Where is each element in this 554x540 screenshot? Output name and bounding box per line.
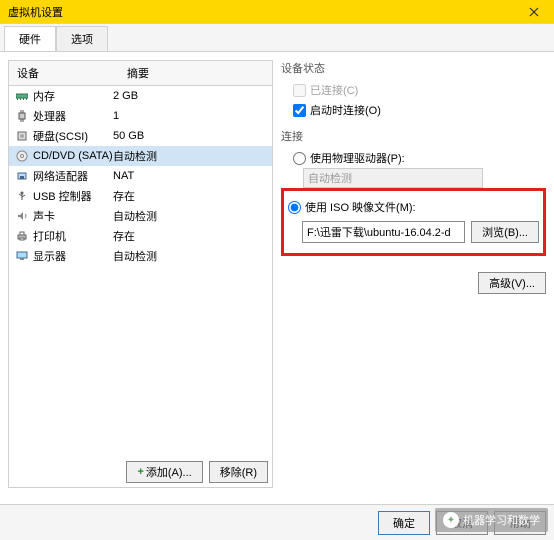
device-name: 处理器 [33, 108, 66, 124]
device-name: 网络适配器 [33, 168, 88, 184]
device-name: 打印机 [33, 228, 66, 244]
device-name: 内存 [33, 88, 55, 104]
hardware-list: 内存2 GB处理器1硬盘(SCSI)50 GBCD/DVD (SATA)自动检测… [9, 86, 272, 457]
advanced-row: 高级(V)... [281, 272, 546, 294]
device-summary: 存在 [113, 188, 266, 204]
connect-on-power-checkbox[interactable] [293, 104, 306, 117]
device-name: 硬盘(SCSI) [33, 128, 88, 144]
iso-highlight-box: 使用 ISO 映像文件(M): 浏览(B)... [281, 188, 546, 256]
hardware-row[interactable]: 硬盘(SCSI) 50 GB [9, 126, 272, 146]
tab-options[interactable]: 选项 [56, 26, 108, 51]
device-name: USB 控制器 [33, 188, 92, 204]
use-physical-radio[interactable] [293, 152, 306, 165]
advanced-button[interactable]: 高级(V)... [478, 272, 546, 294]
device-summary: 1 [113, 110, 266, 122]
hardware-row[interactable]: USB 控制器 存在 [9, 186, 272, 206]
cpu-icon [15, 110, 29, 122]
titlebar: 虚拟机设置 [0, 0, 554, 24]
usb-icon [15, 190, 29, 202]
sound-icon [15, 210, 29, 222]
use-iso-row[interactable]: 使用 ISO 映像文件(M): [288, 197, 539, 217]
plus-icon: + [137, 466, 143, 478]
disk-icon [15, 130, 29, 142]
close-icon [529, 7, 539, 17]
nic-icon [15, 170, 29, 182]
use-physical-row[interactable]: 使用物理驱动器(P): [281, 148, 546, 168]
connect-on-power-row[interactable]: 启动时连接(O) [281, 100, 546, 120]
close-button[interactable] [522, 2, 546, 22]
connected-checkbox [293, 84, 306, 97]
connection-group: 连接 使用物理驱动器(P): 使用 ISO 映像文件(M): 浏览(B)... [281, 128, 546, 256]
printer-icon [15, 230, 29, 242]
add-button[interactable]: +添加(A)... [126, 461, 202, 483]
connection-title: 连接 [281, 128, 546, 144]
hardware-row[interactable]: CD/DVD (SATA)自动检测 [9, 146, 272, 166]
device-summary: 自动检测 [113, 208, 266, 224]
remove-button[interactable]: 移除(R) [209, 461, 268, 483]
connected-checkbox-row: 已连接(C) [281, 80, 546, 100]
settings-panel: 设备状态 已连接(C) 启动时连接(O) 连接 使用物理驱动器(P): 使用 I… [281, 60, 546, 488]
iso-controls: 浏览(B)... [288, 217, 539, 243]
device-summary: 存在 [113, 228, 266, 244]
hardware-row[interactable]: 显示器 自动检测 [9, 246, 272, 266]
hardware-header: 设备 摘要 [9, 61, 272, 86]
hardware-row[interactable]: 声卡 自动检测 [9, 206, 272, 226]
display-icon [15, 250, 29, 262]
watermark: ✦ 机器学习和数学 [435, 508, 548, 532]
device-name: 显示器 [33, 248, 66, 264]
status-title: 设备状态 [281, 60, 546, 76]
device-name: 声卡 [33, 208, 55, 224]
hardware-row[interactable]: 网络适配器 NAT [9, 166, 272, 186]
col-summary: 摘要 [119, 61, 272, 85]
hardware-row[interactable]: 打印机 存在 [9, 226, 272, 246]
tab-hardware[interactable]: 硬件 [4, 26, 56, 51]
content-area: 设备 摘要 内存2 GB处理器1硬盘(SCSI)50 GBCD/DVD (SAT… [0, 52, 554, 496]
memory-icon [15, 90, 29, 102]
device-status-group: 设备状态 已连接(C) 启动时连接(O) [281, 60, 546, 120]
wechat-icon: ✦ [443, 512, 459, 528]
ok-button[interactable]: 确定 [378, 511, 430, 535]
col-device: 设备 [9, 61, 119, 85]
hardware-buttons: +添加(A)... 移除(R) [9, 457, 272, 487]
iso-path-input[interactable] [302, 221, 465, 243]
hardware-panel: 设备 摘要 内存2 GB处理器1硬盘(SCSI)50 GBCD/DVD (SAT… [8, 60, 273, 488]
physical-drive-select [303, 168, 483, 188]
use-iso-radio[interactable] [288, 201, 301, 214]
device-summary: 自动检测 [113, 148, 266, 164]
device-summary: 自动检测 [113, 248, 266, 264]
device-name: CD/DVD (SATA) [33, 150, 113, 162]
device-summary: 50 GB [113, 130, 266, 142]
hardware-row[interactable]: 内存 2 GB [9, 86, 272, 106]
tab-bar: 硬件 选项 [0, 24, 554, 52]
window-title: 虚拟机设置 [8, 4, 63, 20]
cd-icon [15, 150, 29, 162]
hardware-row[interactable]: 处理器 1 [9, 106, 272, 126]
device-summary: NAT [113, 170, 266, 182]
browse-button[interactable]: 浏览(B)... [471, 221, 539, 243]
device-summary: 2 GB [113, 90, 266, 102]
